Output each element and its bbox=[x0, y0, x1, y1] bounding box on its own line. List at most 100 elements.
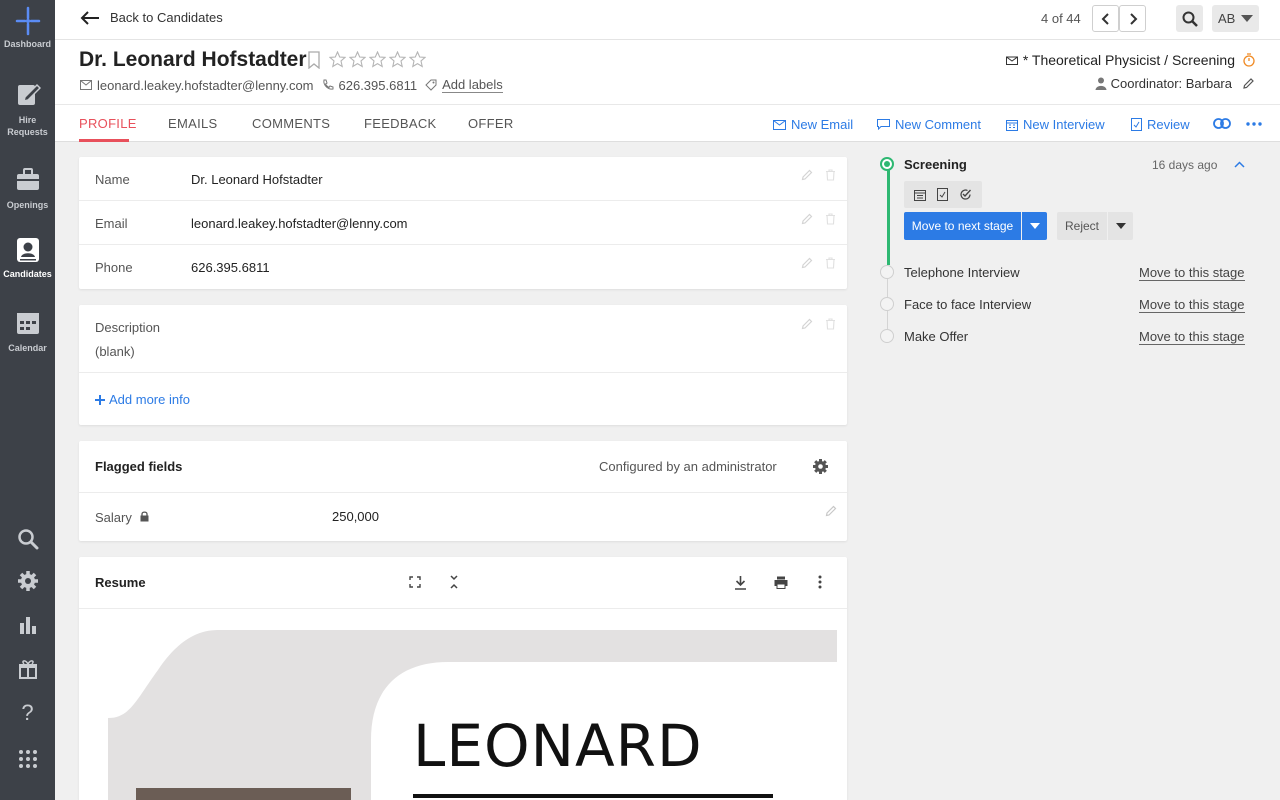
tab-emails[interactable]: EMAILS bbox=[168, 116, 217, 131]
gear-icon[interactable] bbox=[15, 568, 40, 593]
calendar-icon bbox=[1006, 119, 1018, 131]
pencil-icon[interactable] bbox=[825, 505, 837, 517]
tab-offer[interactable]: OFFER bbox=[468, 116, 514, 131]
salary-value: 250,000 bbox=[332, 509, 379, 524]
field-label: Name bbox=[95, 172, 130, 187]
add-labels-link[interactable]: Add labels bbox=[442, 77, 503, 93]
gift-icon[interactable] bbox=[15, 656, 40, 681]
field-value: Dr. Leonard Hofstadter bbox=[191, 172, 323, 187]
sidebar-item-label: Dashboard bbox=[3, 39, 51, 49]
envelope-icon bbox=[80, 80, 92, 90]
sidebar-item-calendar[interactable]: Calendar bbox=[0, 310, 55, 354]
reject-options-button[interactable] bbox=[1108, 212, 1133, 240]
user-menu-button[interactable]: AB bbox=[1212, 5, 1259, 32]
description-value: (blank) bbox=[95, 344, 135, 359]
new-comment-button[interactable]: New Comment bbox=[877, 117, 981, 132]
hire-requests-icon bbox=[17, 83, 41, 105]
star-icon[interactable] bbox=[409, 51, 426, 68]
pencil-icon[interactable] bbox=[801, 257, 813, 269]
apps-grid-icon[interactable] bbox=[15, 746, 40, 771]
calendar-icon[interactable] bbox=[913, 189, 926, 201]
print-icon[interactable] bbox=[774, 576, 788, 589]
back-to-candidates-link[interactable]: Back to Candidates bbox=[80, 10, 223, 25]
trash-icon[interactable] bbox=[825, 169, 836, 181]
review-button[interactable]: Review bbox=[1131, 117, 1190, 132]
previous-candidate-button[interactable] bbox=[1092, 5, 1119, 32]
stage-progress-line bbox=[887, 165, 890, 265]
pencil-icon[interactable] bbox=[801, 213, 813, 225]
candidate-phone[interactable]: 626.395.6811 bbox=[339, 78, 418, 93]
back-label: Back to Candidates bbox=[110, 10, 223, 25]
rating-stars[interactable] bbox=[329, 51, 426, 68]
next-candidate-button[interactable] bbox=[1119, 5, 1146, 32]
expand-icon[interactable] bbox=[409, 576, 421, 588]
move-to-stage-link[interactable]: Move to this stage bbox=[1139, 297, 1245, 313]
lock-icon bbox=[140, 511, 149, 522]
star-icon[interactable] bbox=[329, 51, 346, 68]
tab-feedback[interactable]: FEEDBACK bbox=[364, 116, 436, 131]
stage-name-telephone-interview: Telephone Interview bbox=[904, 265, 1020, 280]
sidebar-item-hire-requests[interactable]: Hire Requests bbox=[0, 82, 55, 138]
new-interview-button[interactable]: New Interview bbox=[1006, 117, 1105, 132]
check-circle-icon[interactable] bbox=[959, 188, 972, 201]
trash-icon[interactable] bbox=[825, 257, 836, 269]
star-icon[interactable] bbox=[349, 51, 366, 68]
candidates-icon bbox=[16, 238, 39, 262]
review-label: Review bbox=[1147, 117, 1190, 132]
trash-icon[interactable] bbox=[825, 318, 836, 330]
configured-note: Configured by an administrator bbox=[599, 459, 777, 474]
candidate-email[interactable]: leonard.leakey.hofstadter@lenny.com bbox=[97, 78, 314, 93]
chevron-up-icon[interactable] bbox=[1234, 161, 1245, 168]
stage-dot bbox=[880, 329, 894, 343]
job-stage[interactable]: * Theoretical Physicist / Screening bbox=[1005, 52, 1255, 68]
star-icon[interactable] bbox=[389, 51, 406, 68]
collapse-icon[interactable] bbox=[449, 575, 459, 589]
global-search-button[interactable] bbox=[1176, 5, 1203, 32]
move-options-button[interactable] bbox=[1022, 212, 1047, 240]
sidebar-item-label: Hire Requests bbox=[7, 115, 48, 137]
move-to-stage-link[interactable]: Move to this stage bbox=[1139, 265, 1245, 281]
bookmark-icon[interactable] bbox=[307, 51, 321, 69]
tab-profile[interactable]: PROFILE bbox=[79, 116, 137, 131]
chevron-left-icon bbox=[1101, 12, 1109, 25]
job-title: * Theoretical Physicist / Screening bbox=[1022, 52, 1235, 68]
help-icon[interactable]: ? bbox=[15, 700, 40, 725]
pencil-icon[interactable] bbox=[801, 318, 813, 330]
move-to-stage-link[interactable]: Move to this stage bbox=[1139, 329, 1245, 345]
search-icon bbox=[1182, 11, 1198, 27]
candidate-name: Dr. Leonard Hofstadter bbox=[79, 48, 307, 71]
more-vertical-icon[interactable] bbox=[818, 575, 822, 589]
resume-candidate-name: LEONARD bbox=[413, 712, 703, 780]
sidebar-item-candidates[interactable]: Candidates bbox=[0, 236, 55, 280]
bar-chart-icon[interactable] bbox=[15, 612, 40, 637]
download-icon[interactable] bbox=[734, 575, 747, 590]
flagged-fields-card: Flagged fields Configured by an administ… bbox=[79, 441, 847, 541]
trash-icon[interactable] bbox=[825, 213, 836, 225]
reject-button[interactable]: Reject bbox=[1057, 212, 1107, 240]
review-icon[interactable] bbox=[936, 188, 948, 201]
tab-comments[interactable]: COMMENTS bbox=[252, 116, 330, 131]
star-icon[interactable] bbox=[369, 51, 386, 68]
active-tab-indicator bbox=[79, 139, 129, 142]
divider bbox=[79, 372, 847, 373]
plus-icon bbox=[95, 394, 105, 405]
new-email-button[interactable]: New Email bbox=[773, 117, 853, 132]
top-bar: Back to Candidates 4 of 44 AB bbox=[55, 0, 1280, 40]
timer-icon bbox=[1243, 53, 1255, 67]
pencil-icon[interactable] bbox=[1242, 77, 1255, 90]
link-icon[interactable] bbox=[1213, 118, 1231, 129]
avatar-initials: AB bbox=[1218, 11, 1236, 26]
gear-icon[interactable] bbox=[812, 458, 829, 475]
field-row-phone: Phone 626.395.6811 bbox=[79, 245, 847, 289]
sidebar-item-openings[interactable]: Openings bbox=[0, 166, 55, 211]
sidebar-item-dashboard[interactable]: Dashboard bbox=[0, 6, 55, 50]
candidate-header: Dr. Leonard Hofstadter leonard.leakey.ho… bbox=[55, 40, 1280, 104]
coordinator-name: Coordinator: Barbara bbox=[1110, 76, 1232, 91]
more-icon[interactable] bbox=[1246, 122, 1262, 126]
stage-tools bbox=[904, 181, 982, 208]
salary-label: Salary bbox=[95, 510, 132, 525]
search-icon[interactable] bbox=[15, 526, 40, 551]
move-to-next-stage-button[interactable]: Move to next stage bbox=[904, 212, 1021, 240]
pencil-icon[interactable] bbox=[801, 169, 813, 181]
add-more-info-link[interactable]: Add more info bbox=[95, 392, 190, 407]
